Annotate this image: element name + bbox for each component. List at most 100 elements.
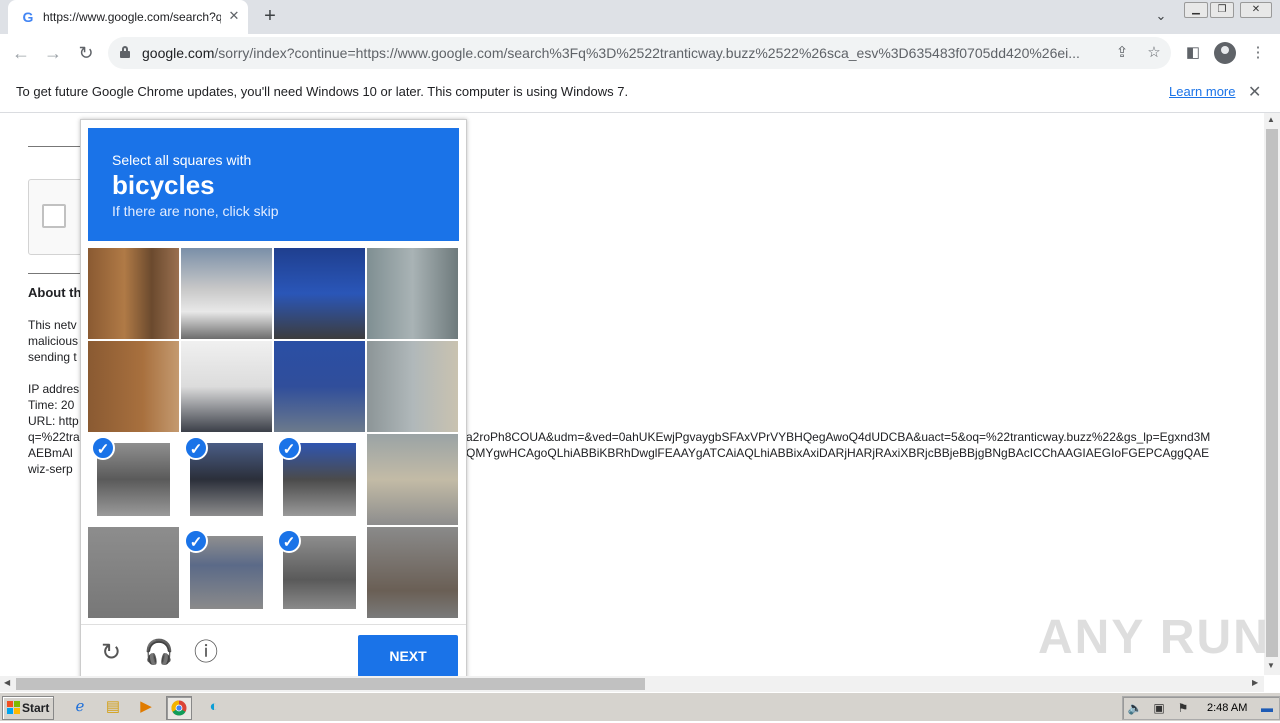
close-window-button[interactable]: ✕ — [1240, 2, 1272, 18]
horizontal-scrollbar[interactable]: ◀ ▶ — [0, 676, 1264, 692]
bookmark-star-icon[interactable]: ☆ — [1145, 44, 1163, 62]
learn-more-link[interactable]: Learn more — [1169, 84, 1235, 99]
menu-kebab-icon[interactable]: ⋮ — [1248, 43, 1268, 63]
share-icon[interactable]: ⇪ — [1113, 44, 1131, 62]
tile-image — [88, 341, 179, 432]
checkmark-icon: ✓ — [277, 436, 301, 460]
url-path: /sorry/index?continue=https://www.google… — [214, 45, 1080, 61]
wiz-line: wiz-serp — [28, 462, 73, 476]
update-infobar: To get future Google Chrome updates, you… — [0, 72, 1280, 113]
media-player-icon[interactable]: ▶ — [134, 696, 158, 718]
image-tile[interactable] — [181, 248, 272, 339]
image-tile[interactable] — [88, 527, 179, 618]
windows-logo-icon — [7, 701, 20, 714]
audio-icon[interactable]: 🎧 — [144, 639, 174, 667]
tile-image — [367, 434, 458, 525]
clock[interactable]: 2:48 AM — [1207, 702, 1247, 714]
action-center-flag-icon[interactable]: ⚑ — [1175, 700, 1191, 716]
ip-address-line: IP addres — [28, 382, 80, 396]
image-tile[interactable] — [367, 434, 458, 525]
image-tile[interactable] — [274, 341, 365, 432]
vertical-scrollbar[interactable]: ▲ ▼ — [1264, 113, 1280, 675]
address-bar[interactable]: google.com/sorry/index?continue=https://… — [108, 37, 1171, 69]
tab-search-chevron-icon[interactable]: ⌄ — [1151, 8, 1171, 26]
tile-image — [88, 527, 179, 618]
next-button[interactable]: NEXT — [358, 635, 458, 677]
start-button[interactable]: Start — [2, 696, 54, 720]
new-tab-button[interactable]: + — [260, 5, 280, 29]
checkmark-icon: ✓ — [184, 436, 208, 460]
network-icon[interactable]: ▣ — [1151, 700, 1167, 716]
tile-image — [181, 248, 272, 339]
query-line: q=%22tra — [28, 430, 80, 444]
tile-image — [367, 248, 458, 339]
system-tray: 🔈 ▣ ⚑ 2:48 AM ▬ — [1122, 696, 1280, 720]
query-line-continued: a2roPh8COUA&udm=&ved=0ahUKEwjPgvaygbSFAx… — [466, 430, 1211, 444]
volume-icon[interactable]: 🔈 — [1127, 700, 1143, 716]
image-tile[interactable] — [88, 341, 179, 432]
tile-image — [367, 341, 458, 432]
checkmark-icon: ✓ — [184, 529, 208, 553]
start-label: Start — [22, 701, 50, 715]
browser-tab[interactable]: G https://www.google.com/search?q= ✕ — [8, 0, 248, 34]
checkmark-icon: ✓ — [277, 529, 301, 553]
close-tab-icon[interactable]: ✕ — [226, 8, 242, 24]
about-text-line: malicious — [28, 334, 79, 348]
scroll-up-arrow-icon[interactable]: ▲ — [1267, 115, 1275, 124]
about-text-line: sending t — [28, 350, 77, 364]
recaptcha-checkbox[interactable] — [42, 204, 66, 228]
checkmark-icon: ✓ — [91, 436, 115, 460]
url-line: URL: http — [28, 414, 79, 428]
tile-image — [181, 341, 272, 432]
url-host: google.com — [142, 45, 215, 61]
close-infobar-icon[interactable]: ✕ — [1248, 82, 1261, 102]
reload-icon[interactable]: ↻ — [97, 639, 125, 667]
minimize-button[interactable]: ▁ — [1184, 2, 1208, 18]
scroll-thumb[interactable] — [16, 678, 645, 690]
infobar-message: To get future Google Chrome updates, you… — [16, 84, 629, 99]
recaptcha-challenge: Select all squares with bicycles If ther… — [80, 119, 467, 681]
params-line: AEBmAl — [28, 446, 73, 460]
forward-arrow-icon[interactable]: → — [42, 42, 64, 64]
target-object: bicycles — [112, 170, 215, 200]
lock-icon[interactable] — [120, 46, 130, 58]
profile-avatar-icon[interactable] — [1214, 42, 1236, 64]
about-heading: About th — [28, 285, 82, 300]
chrome-taskbar-icon[interactable] — [166, 696, 192, 720]
skip-hint: If there are none, click skip — [112, 203, 279, 219]
params-line-continued: QMYgwHCAgoQLhiABBiKBRhDwglFEAAYgATCAiAQL… — [466, 446, 1210, 460]
anyrun-watermark: ANY RUN — [1038, 611, 1270, 664]
image-tile[interactable] — [367, 341, 458, 432]
tile-image — [88, 248, 179, 339]
show-desktop-icon[interactable]: ▬ — [1259, 700, 1275, 716]
tile-image — [274, 341, 365, 432]
tile-image — [274, 248, 365, 339]
url-text[interactable]: google.com/sorry/index?continue=https://… — [142, 45, 1102, 61]
tab-strip: G https://www.google.com/search?q= ✕ + ⌄… — [0, 0, 1280, 34]
scroll-right-arrow-icon[interactable]: ▶ — [1252, 678, 1258, 687]
image-tile[interactable] — [367, 248, 458, 339]
image-tile[interactable] — [274, 248, 365, 339]
windows-taskbar: Start ℯ ▤ ▶ ◐ 🔈 ▣ ⚑ 2:48 AM ▬ — [0, 692, 1280, 721]
tab-title: https://www.google.com/search?q= — [43, 10, 221, 24]
divider — [28, 273, 88, 274]
image-tile[interactable] — [181, 341, 272, 432]
scroll-thumb[interactable] — [1266, 129, 1278, 657]
chrome-logo-icon — [171, 700, 187, 716]
edge-icon[interactable]: ◐ — [202, 696, 226, 718]
scroll-left-arrow-icon[interactable]: ◀ — [4, 678, 10, 687]
restore-button[interactable]: ❐ — [1210, 2, 1234, 18]
instruction-text: Select all squares with — [112, 152, 252, 168]
reload-page-icon[interactable]: ↻ — [75, 42, 97, 64]
challenge-footer: ↻ 🎧 ⓘ NEXT — [81, 624, 466, 681]
file-explorer-icon[interactable]: ▤ — [101, 696, 125, 718]
image-grid: ✓ ✓ ✓ ✓ ✓ — [88, 248, 459, 619]
tile-image — [367, 527, 458, 618]
divider — [28, 146, 88, 147]
side-panel-icon[interactable]: ◧ — [1183, 43, 1203, 63]
back-arrow-icon[interactable]: ← — [10, 42, 32, 64]
internet-explorer-icon[interactable]: ℯ — [68, 696, 92, 718]
image-tile[interactable] — [367, 527, 458, 618]
info-icon[interactable]: ⓘ — [192, 639, 220, 667]
image-tile[interactable] — [88, 248, 179, 339]
